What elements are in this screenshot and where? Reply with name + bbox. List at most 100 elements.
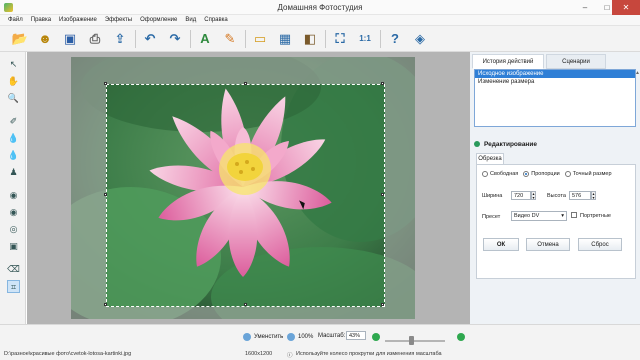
crop-shade-right [385, 57, 415, 319]
crop-shade-left [71, 57, 106, 319]
frame-icon[interactable]: ▭ [250, 29, 270, 49]
eraser-icon[interactable]: ⌫ [7, 263, 20, 276]
tab-scenarios[interactable]: Сценарии [546, 54, 606, 69]
zoom-icon[interactable]: 🔍 [7, 92, 20, 105]
shrink-icon [243, 333, 251, 341]
radio-proportions[interactable] [523, 171, 530, 177]
window-title: Домашняя Фотостудия [277, 3, 363, 12]
color-icon[interactable]: ▣ [7, 240, 20, 253]
menu-effects[interactable]: Эффекты [101, 15, 136, 25]
redeye-icon[interactable]: ◉ [7, 206, 20, 219]
zoom-100-control[interactable]: 100% [287, 333, 313, 341]
radio-free[interactable] [482, 171, 488, 177]
zoom-slider-thumb[interactable] [408, 336, 414, 345]
width-label: Ширина [482, 193, 503, 199]
radio-exact-size-label: Точный размер [572, 171, 612, 177]
status-bar: Уменстить 100% Масштаб: 43% D:\разное\кр… [0, 324, 640, 360]
tab-history[interactable]: История действий [472, 54, 544, 69]
zoom-in-control[interactable] [457, 333, 468, 341]
height-spinner[interactable]: ▴ ▾ [591, 191, 596, 200]
preset-value: Видео DV [514, 213, 540, 219]
zoom-slider[interactable] [385, 340, 445, 342]
collage-icon[interactable]: ◧ [300, 29, 320, 49]
redo-icon[interactable]: ↷ [165, 29, 185, 49]
eye-icon[interactable]: ◉ [7, 189, 20, 202]
menu-bar: Файл Правка Изображение Эффекты Оформлен… [0, 15, 640, 26]
portrait-checkbox[interactable] [571, 212, 577, 218]
brush-icon[interactable]: ✐ [7, 115, 20, 128]
blur-icon[interactable]: 💧 [7, 149, 20, 162]
preset-select[interactable]: Видео DV ▾ [511, 211, 567, 221]
image-workspace[interactable] [27, 52, 470, 324]
cube-icon[interactable]: ◈ [410, 29, 430, 49]
gallery-icon[interactable]: ☻ [35, 29, 55, 49]
radio-exact-size[interactable] [564, 171, 571, 177]
crop-handle-bottom[interactable] [244, 303, 247, 306]
crop-handle-top-right[interactable] [381, 82, 384, 85]
zoom-in-icon [457, 333, 465, 341]
image-dimensions: 1600x1200 [245, 351, 273, 357]
toolbar: 📂 ☻ ▣ ⎙ ⇪ ↶ ↷ A ✎ ▭ ▦ ◧ ⛶ 1:1? ◈ [0, 26, 640, 52]
edit-title: Редактирование [484, 140, 537, 148]
crop-handle-bottom-left[interactable] [104, 303, 107, 306]
shrink-control[interactable]: Уменстить [243, 333, 283, 341]
help-icon[interactable]: ? [385, 29, 405, 49]
info-row: D:\разное\красивые фото\cvetok-lotosa-ka… [0, 349, 640, 360]
crop-frame[interactable] [104, 82, 385, 307]
close-button[interactable]: ✕ [612, 0, 640, 15]
history-item[interactable]: Исходное изображение [475, 70, 635, 78]
pointer-icon[interactable]: ↖ [7, 58, 20, 71]
open-folder-icon[interactable]: 📂 [10, 29, 30, 49]
panel-tabs: История действий Сценарии [472, 54, 638, 69]
save-icon[interactable]: ▣ [60, 29, 80, 49]
height-label: Высота [547, 193, 566, 199]
crop-icon[interactable]: ⌗ [7, 280, 20, 293]
crop-handle-left[interactable] [104, 193, 107, 196]
export-icon[interactable]: ⇪ [110, 29, 130, 49]
scale-label: Масштаб: [318, 333, 346, 339]
crop-shade-top [106, 57, 385, 84]
undo-icon[interactable]: ↶ [140, 29, 160, 49]
scale-field[interactable]: 43% [346, 331, 366, 340]
width-spinner[interactable]: ▴ ▾ [531, 191, 536, 200]
ok-button[interactable]: ОК [483, 238, 519, 251]
zoom-out-control[interactable] [372, 333, 383, 341]
file-path: D:\разное\красивые фото\cvetok-lotosa-ka… [4, 351, 132, 357]
menu-edit[interactable]: Правка [27, 15, 55, 25]
drop-icon[interactable]: 💧 [7, 132, 20, 145]
lens-icon[interactable]: ◎ [7, 223, 20, 236]
edit-icon [474, 141, 480, 147]
title-bar: Домашняя Фотостудия – □ ✕ [0, 0, 640, 15]
radio-free-label: Свободная [490, 171, 519, 177]
crop-handle-bottom-right[interactable] [381, 303, 384, 306]
cancel-button[interactable]: Отмена [526, 238, 570, 251]
history-item[interactable]: Изменение размера [475, 78, 635, 86]
fit-screen-icon[interactable]: ⛶ [330, 29, 350, 49]
menu-view[interactable]: Вид [181, 15, 200, 25]
preset-label: Пресет [482, 214, 501, 220]
menu-image[interactable]: Изображение [55, 15, 101, 25]
height-field[interactable]: 576 [569, 191, 591, 200]
crop-handle-top[interactable] [244, 82, 247, 85]
history-list[interactable]: Исходное изображение Изменение размера ▲ [474, 69, 640, 127]
crop-handle-top-left[interactable] [104, 82, 107, 85]
scroll-up-icon[interactable]: ▲ [634, 70, 640, 77]
toolbar-separator [135, 29, 136, 48]
toolbar-separator [245, 29, 246, 48]
minimize-button[interactable]: – [574, 0, 596, 15]
print-icon[interactable]: ⎙ [85, 29, 105, 49]
menu-design[interactable]: Оформление [136, 15, 181, 25]
menu-file[interactable]: Файл [4, 15, 27, 25]
calendar-icon[interactable]: ▦ [275, 29, 295, 49]
width-field[interactable]: 720 [511, 191, 531, 200]
palette-icon[interactable]: ✎ [220, 29, 240, 49]
text-tool-icon[interactable]: A [195, 29, 215, 49]
hand-icon[interactable]: ✋ [7, 75, 20, 88]
menu-help[interactable]: Справка [200, 15, 232, 25]
reset-button[interactable]: Сброс [578, 238, 622, 251]
actual-size-icon[interactable]: 1:1 [355, 29, 375, 49]
crop-handle-right[interactable] [381, 193, 384, 196]
zoom-100-label: 100% [298, 334, 314, 340]
stamp-icon[interactable]: ♟ [7, 166, 20, 179]
photo-canvas[interactable] [71, 57, 415, 319]
